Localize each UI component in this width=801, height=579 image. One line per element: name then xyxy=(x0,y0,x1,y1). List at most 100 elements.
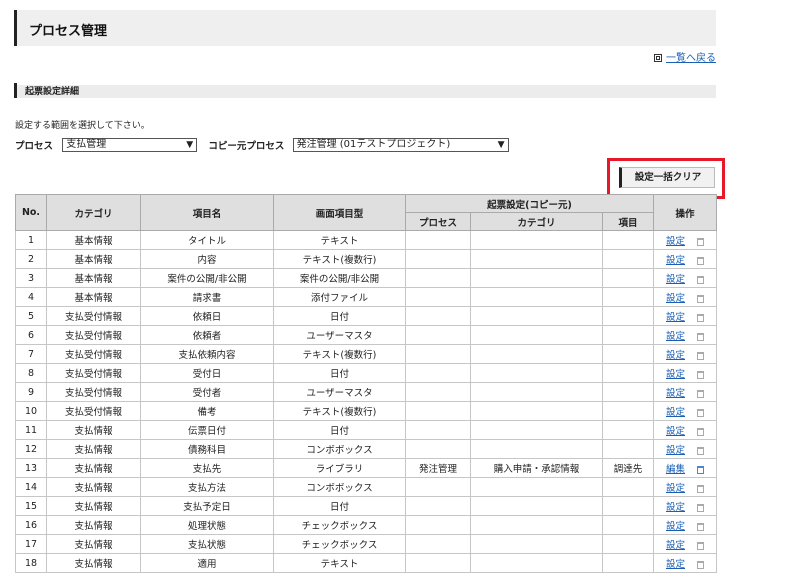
process-select[interactable]: 支払管理 ▼ xyxy=(62,138,198,152)
cell-no: 12 xyxy=(15,439,47,459)
cell-no: 9 xyxy=(15,382,47,402)
trash-icon xyxy=(697,408,704,417)
cell-operation: 設定 xyxy=(653,325,717,345)
table-row: 3 基本情報 案件の公開/非公開 案件の公開/非公開 設定 xyxy=(15,268,717,288)
cell-operation: 編集 xyxy=(653,458,717,478)
cell-type: テキスト(複数行) xyxy=(273,249,406,269)
settings-link[interactable]: 設定 xyxy=(666,483,685,494)
table-row: 11 支払情報 伝票日付 日付 設定 xyxy=(15,420,717,440)
chevron-down-icon: ▼ xyxy=(186,140,194,150)
cell-category: 支払受付情報 xyxy=(46,325,141,345)
cell-category: 支払情報 xyxy=(46,477,141,497)
cell-item xyxy=(602,496,654,516)
cell-name: 支払方法 xyxy=(140,477,274,497)
settings-link[interactable]: 設定 xyxy=(666,255,685,266)
cell-type: 日付 xyxy=(273,306,406,326)
settings-link[interactable]: 設定 xyxy=(666,407,685,418)
cell-no: 15 xyxy=(15,496,47,516)
cell-item xyxy=(602,515,654,535)
trash-icon xyxy=(697,389,704,398)
cell-type: チェックボックス xyxy=(273,534,406,554)
cell-no: 8 xyxy=(15,363,47,383)
settings-link[interactable]: 設定 xyxy=(666,559,685,570)
cell-item xyxy=(602,439,654,459)
cell-process: 発注管理 xyxy=(405,458,471,478)
copy-source-select[interactable]: 発注管理 (01テストプロジェクト) ▼ xyxy=(292,138,509,152)
cell-sub-category xyxy=(470,249,603,269)
cell-sub-category xyxy=(470,401,603,421)
section-title: 起票設定詳細 xyxy=(25,87,80,97)
cell-process xyxy=(405,515,471,535)
settings-link[interactable]: 設定 xyxy=(666,350,685,361)
cell-operation: 設定 xyxy=(653,401,717,421)
cell-type: 添付ファイル xyxy=(273,287,406,307)
settings-link[interactable]: 設定 xyxy=(666,293,685,304)
cell-sub-category xyxy=(470,363,603,383)
back-to-list-link[interactable]: 一覧へ戻る xyxy=(654,49,716,64)
trash-icon xyxy=(697,294,704,303)
cell-type: 日付 xyxy=(273,363,406,383)
cell-name: 債務科目 xyxy=(140,439,274,459)
cell-no: 6 xyxy=(15,325,47,345)
cell-operation: 設定 xyxy=(653,268,717,288)
cell-process xyxy=(405,306,471,326)
instruction-text: 設定する範囲を選択して下さい。 xyxy=(15,121,150,131)
settings-link[interactable]: 設定 xyxy=(666,445,685,456)
cell-process xyxy=(405,553,471,573)
cell-name: 支払状態 xyxy=(140,534,274,554)
table-row: 8 支払受付情報 受付日 日付 設定 xyxy=(15,363,717,383)
cell-name: 請求書 xyxy=(140,287,274,307)
settings-link[interactable]: 設定 xyxy=(666,369,685,380)
cell-sub-category xyxy=(470,420,603,440)
cell-process xyxy=(405,249,471,269)
cell-sub-category xyxy=(470,534,603,554)
cell-sub-category xyxy=(470,268,603,288)
back-link-label: 一覧へ戻る xyxy=(666,53,716,64)
settings-link[interactable]: 設定 xyxy=(666,426,685,437)
edit-link[interactable]: 編集 xyxy=(666,464,685,475)
trash-icon xyxy=(697,370,704,379)
cell-operation: 設定 xyxy=(653,344,717,364)
trash-icon xyxy=(697,351,704,360)
table-row: 1 基本情報 タイトル テキスト 設定 xyxy=(15,230,717,250)
settings-link[interactable]: 設定 xyxy=(666,521,685,532)
cell-name: 依頼日 xyxy=(140,306,274,326)
settings-link[interactable]: 設定 xyxy=(666,502,685,513)
trash-icon[interactable] xyxy=(697,465,704,474)
header-category: カテゴリ xyxy=(46,194,141,231)
chevron-down-icon: ▼ xyxy=(497,140,505,150)
cell-no: 13 xyxy=(15,458,47,478)
cell-operation: 設定 xyxy=(653,287,717,307)
cell-operation: 設定 xyxy=(653,363,717,383)
cell-name: 案件の公開/非公開 xyxy=(140,268,274,288)
cell-category: 支払情報 xyxy=(46,420,141,440)
trash-icon xyxy=(697,560,704,569)
settings-link[interactable]: 設定 xyxy=(666,236,685,247)
cell-name: 受付日 xyxy=(140,363,274,383)
settings-link[interactable]: 設定 xyxy=(666,540,685,551)
cell-item xyxy=(602,306,654,326)
cell-no: 10 xyxy=(15,401,47,421)
cell-category: 支払情報 xyxy=(46,534,141,554)
cell-operation: 設定 xyxy=(653,230,717,250)
cell-name: 適用 xyxy=(140,553,274,573)
table-row: 7 支払受付情報 支払依頼内容 テキスト(複数行) 設定 xyxy=(15,344,717,364)
cell-process xyxy=(405,477,471,497)
settings-link[interactable]: 設定 xyxy=(666,312,685,323)
clear-settings-button[interactable]: 設定一括クリア xyxy=(619,167,715,188)
settings-link[interactable]: 設定 xyxy=(666,274,685,285)
cell-no: 11 xyxy=(15,420,47,440)
process-label: プロセス xyxy=(15,141,54,152)
cell-name: 内容 xyxy=(140,249,274,269)
cell-category: 支払情報 xyxy=(46,496,141,516)
cell-item xyxy=(602,363,654,383)
cell-name: 伝票日付 xyxy=(140,420,274,440)
settings-link[interactable]: 設定 xyxy=(666,388,685,399)
cell-item xyxy=(602,344,654,364)
table-row: 17 支払情報 支払状態 チェックボックス 設定 xyxy=(15,534,717,554)
cell-type: 日付 xyxy=(273,496,406,516)
square-bullet-icon xyxy=(654,54,662,62)
cell-category: 基本情報 xyxy=(46,249,141,269)
cell-type: ユーザーマスタ xyxy=(273,325,406,345)
settings-link[interactable]: 設定 xyxy=(666,331,685,342)
